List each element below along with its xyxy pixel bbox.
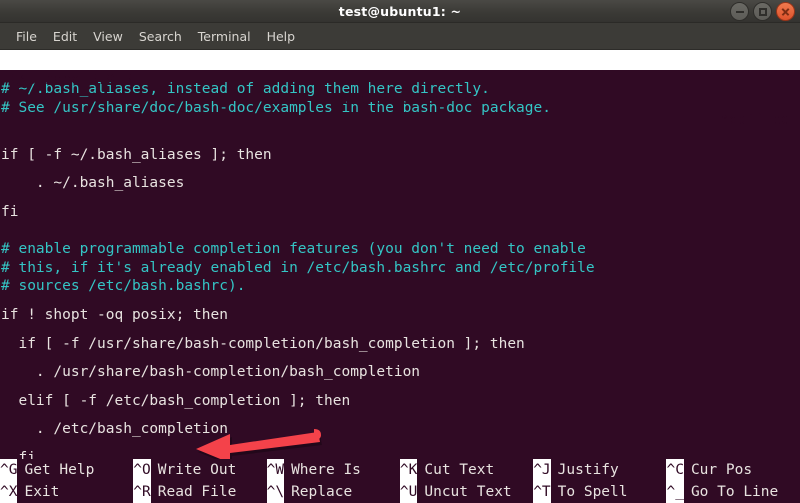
menu-item-terminal[interactable]: Terminal [190, 27, 259, 46]
shortcut-label: Replace [291, 484, 353, 500]
shortcut-row-2: ^X Exit ^R Read File ^\ Replace ^U Uncut Text ^T… [0, 481, 800, 503]
menu-item-help[interactable]: Help [259, 27, 304, 46]
close-button[interactable] [776, 2, 795, 21]
code-line: if ! shopt -oq posix; then [1, 306, 228, 323]
nano-shortcut-bar: ^G Get Help ^O Write Out ^W Where Is ^K Cut Tex… [0, 459, 800, 503]
menu-item-edit[interactable]: Edit [45, 27, 85, 46]
nano-modified-state: Modified [720, 112, 790, 128]
minimize-button[interactable] [730, 2, 749, 21]
terminal-window: test@ubuntu1: ~ File Edit View Search Te… [0, 0, 800, 503]
code-line: if [ -f /usr/share/bash-completion/bash_… [1, 335, 525, 352]
window-titlebar: test@ubuntu1: ~ [0, 0, 800, 23]
shortcut-key: ^X [0, 481, 18, 503]
shortcut-item[interactable]: ^\ Replace [266, 481, 400, 503]
shortcut-key: ^O [133, 459, 151, 481]
shortcut-key: ^G [0, 459, 18, 481]
shortcut-item[interactable]: ^U Uncut Text [399, 481, 533, 503]
nano-text-buffer[interactable]: # ~/.bash_aliases, instead of adding the… [0, 70, 800, 503]
code-line: # this, if it's already enabled in /etc/… [1, 259, 595, 276]
shortcut-key: ^\ [266, 481, 285, 503]
shortcut-key: ^_ [666, 481, 684, 503]
shortcut-label: Go To Line [690, 484, 779, 500]
shortcut-key: ^W [266, 459, 285, 481]
shortcut-key: ^K [399, 459, 418, 481]
code-line: . ~/.bash_aliases [1, 175, 185, 192]
shortcut-item[interactable]: ^R Read File [133, 481, 266, 503]
shortcut-label: Get Help [24, 462, 95, 478]
maximize-icon [758, 7, 767, 16]
shortcut-label: Justify [557, 462, 619, 478]
code-line: fi [1, 203, 19, 220]
shortcut-key: ^U [399, 481, 418, 503]
code-line: # sources /etc/bash.bashrc). [1, 278, 246, 295]
shortcut-key: ^R [133, 481, 151, 503]
code-line: # enable programmable completion feature… [1, 241, 586, 258]
code-line: if [ -f ~/.bash_aliases ]; then [1, 146, 272, 163]
shortcut-label: Write Out [157, 462, 237, 478]
menu-item-view[interactable]: View [85, 27, 131, 46]
shortcut-key: ^J [533, 459, 551, 481]
shortcut-label: Exit [24, 484, 60, 500]
nano-filename: /home/test/.bashrc [321, 92, 479, 108]
terminal-body[interactable]: GNU nano 2.9.3 /home/test/.bashrc Modifi… [0, 50, 800, 503]
shortcut-row-1: ^G Get Help ^O Write Out ^W Where Is ^K Cut Tex… [0, 459, 800, 481]
nano-version: GNU nano 2.9.3 [10, 72, 133, 88]
shortcut-label: Read File [157, 484, 237, 500]
shortcut-item[interactable]: ^_ Go To Line [666, 481, 799, 503]
shortcut-item[interactable]: ^C Cur Pos [666, 459, 799, 481]
code-line: . /usr/share/bash-completion/bash_comple… [1, 364, 421, 381]
shortcut-label: Where Is [291, 462, 361, 478]
window-controls [730, 2, 795, 21]
shortcut-item[interactable]: ^K Cut Text [399, 459, 533, 481]
window-title: test@ubuntu1: ~ [338, 3, 462, 19]
shortcut-item[interactable]: ^O Write Out [133, 459, 266, 481]
shortcut-label: Cut Text [424, 462, 495, 478]
shortcut-key: ^T [533, 481, 551, 503]
shortcut-item[interactable]: ^G Get Help [0, 459, 133, 481]
shortcut-item[interactable]: ^J Justify [533, 459, 666, 481]
code-line: elif [ -f /etc/bash_completion ]; then [1, 392, 351, 409]
menubar: File Edit View Search Terminal Help [0, 23, 800, 50]
maximize-button[interactable] [753, 2, 772, 21]
shortcut-label: Uncut Text [424, 484, 512, 500]
close-icon [781, 7, 790, 16]
nano-title-bar: GNU nano 2.9.3 /home/test/.bashrc Modifi… [0, 50, 800, 128]
code-line: . /etc/bash_completion [1, 421, 228, 438]
shortcut-item[interactable]: ^X Exit [0, 481, 133, 503]
shortcut-item[interactable]: ^W Where Is [266, 459, 400, 481]
minimize-icon [735, 10, 744, 13]
shortcut-key: ^C [666, 459, 684, 481]
shortcut-label: To Spell [557, 484, 628, 500]
menu-item-file[interactable]: File [8, 27, 45, 46]
menu-item-search[interactable]: Search [131, 27, 190, 46]
shortcut-label: Cur Pos [690, 462, 753, 478]
shortcut-item[interactable]: ^T To Spell [533, 481, 666, 503]
